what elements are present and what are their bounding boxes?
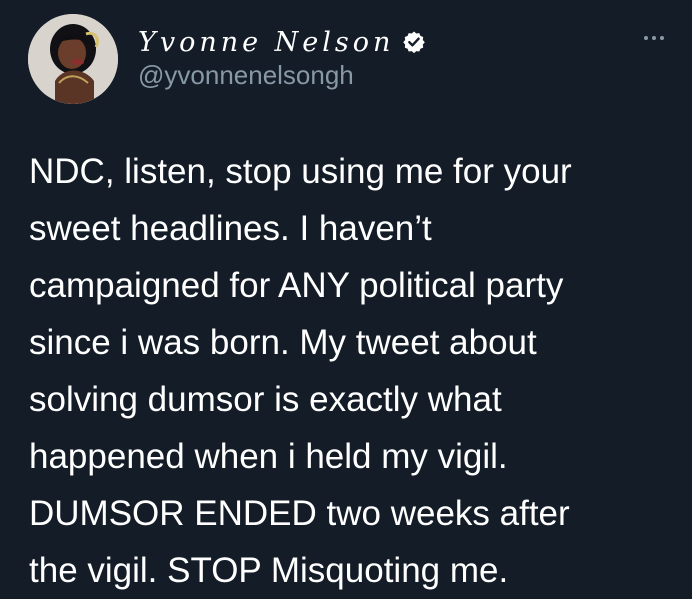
avatar[interactable]	[28, 14, 118, 104]
author-info: Yvonne Nelson @yvonnenelsongh	[138, 26, 426, 91]
verified-badge-icon	[403, 31, 426, 54]
more-dot-3	[660, 36, 664, 40]
more-dot-1	[644, 36, 648, 40]
display-name-row: Yvonne Nelson	[138, 26, 426, 58]
more-dot-2	[652, 36, 656, 40]
tweet-header: Yvonne Nelson @yvonnenelsongh	[28, 14, 664, 106]
username-handle[interactable]: @yvonnenelsongh	[138, 60, 426, 91]
more-options-button[interactable]	[624, 28, 664, 48]
profile-photo-icon	[28, 14, 118, 104]
tweet-card: Yvonne Nelson @yvonnenelsongh NDC, liste…	[0, 0, 692, 599]
tweet-text: NDC, listen, stop using me for your swee…	[29, 152, 572, 590]
display-name[interactable]: Yvonne Nelson	[138, 27, 394, 58]
